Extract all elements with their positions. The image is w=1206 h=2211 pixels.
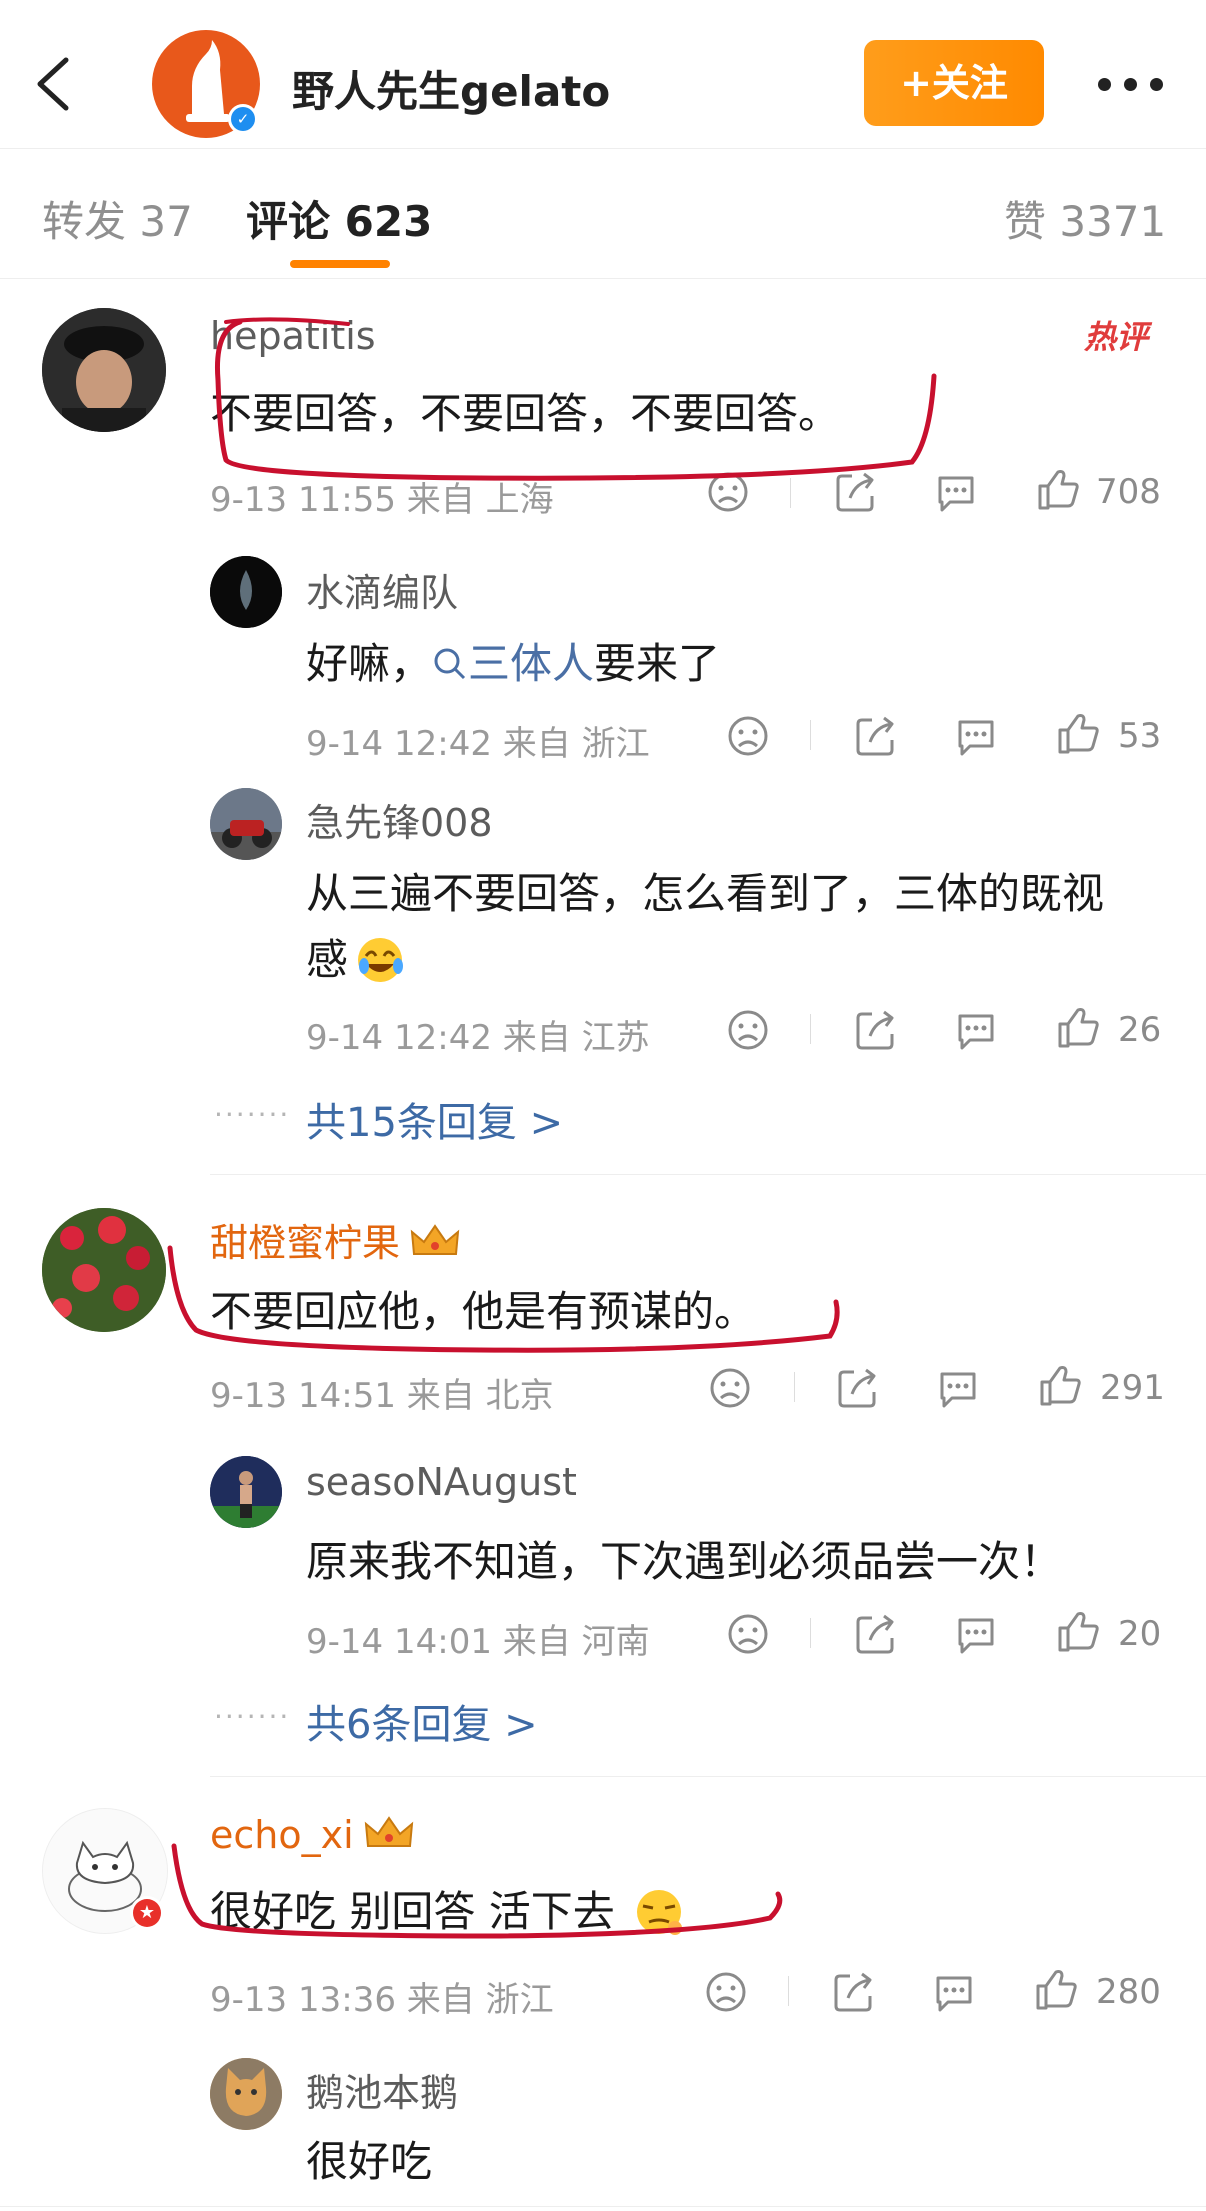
avatar[interactable] (210, 556, 282, 628)
like-count: 708 (1096, 472, 1161, 512)
emoji-laugh-cry-icon (358, 938, 404, 982)
tabs-divider (0, 278, 1206, 279)
tab-repost[interactable]: 转发 37 (42, 188, 193, 249)
like-count: 20 (1118, 1614, 1162, 1654)
reply-text: 很好吃 (306, 2137, 433, 2186)
verified-icon: ✓ (228, 104, 258, 134)
share-icon[interactable] (854, 1008, 898, 1052)
comment-divider (210, 1776, 1206, 1777)
like-icon[interactable] (1038, 1364, 1082, 1408)
comment-divider (210, 1174, 1206, 1175)
dislike-icon[interactable] (704, 1970, 748, 2014)
avatar[interactable] (42, 308, 166, 432)
dislike-icon[interactable] (708, 1366, 752, 1410)
reply-meta: 9-14 12:42 来自 浙江 (306, 724, 650, 764)
avatar-officer-image (42, 308, 166, 432)
reply-text-line: 感 (306, 926, 410, 987)
like-icon[interactable] (1036, 468, 1080, 512)
more-replies-dots: ······· (214, 1098, 291, 1131)
avatar-droplet-image (210, 556, 282, 628)
hot-comment-badge: 热评 (1084, 318, 1149, 356)
avatar[interactable] (210, 788, 282, 860)
comment-meta: 9-13 11:55 来自 上海 (210, 480, 554, 520)
comment-text: 很好吃 别回答 活下去 (210, 1878, 689, 1939)
share-icon[interactable] (854, 1612, 898, 1656)
avatar-orange-cat-image (210, 2058, 282, 2130)
like-count: 53 (1118, 716, 1162, 756)
avatar[interactable] (210, 1456, 282, 1528)
crown-icon (364, 1816, 413, 1847)
reply-username[interactable]: 急先锋008 (306, 792, 493, 847)
more-replies-link[interactable]: 共15条回复 > (306, 1090, 563, 1148)
follow-button[interactable]: +关注 (864, 40, 1044, 126)
like-count: 26 (1118, 1010, 1162, 1050)
tab-active-indicator (290, 260, 390, 268)
avatar-motorcycle-image (210, 788, 282, 860)
like-icon[interactable] (1034, 1968, 1078, 2012)
reply-username[interactable]: 鹅池本鹅 (306, 2062, 458, 2117)
more-icon[interactable] (1098, 78, 1164, 92)
user-badge-icon: ★ (130, 1896, 164, 1930)
avatar[interactable] (210, 2058, 282, 2130)
tab-comments[interactable]: 评论 623 (246, 188, 432, 249)
avatar-athlete-image (210, 1456, 282, 1528)
topic-link[interactable]: 三体人 (432, 639, 594, 688)
more-replies-dots: ······· (214, 1700, 291, 1733)
comment-meta: 9-13 14:51 来自 北京 (210, 1376, 554, 1416)
share-icon[interactable] (854, 714, 898, 758)
reply-text-line: 从三遍不要回答，怎么看到了，三体的既视 (306, 869, 1105, 918)
share-icon[interactable] (832, 1970, 876, 2014)
reply-username[interactable]: seasoNAugust (306, 1460, 577, 1504)
dislike-icon[interactable] (726, 1008, 770, 1052)
comment-username[interactable]: echo_xi (210, 1812, 416, 1857)
avatar[interactable] (42, 1208, 166, 1332)
bottom-divider (0, 2206, 1206, 2207)
dislike-icon[interactable] (706, 470, 750, 514)
tab-likes[interactable]: 赞 3371 (1004, 188, 1166, 249)
account-name[interactable]: 野人先生gelato (292, 58, 610, 119)
reply-meta: 9-14 14:01 来自 河南 (306, 1622, 650, 1662)
comment-icon[interactable] (936, 1366, 980, 1410)
like-icon[interactable] (1056, 1610, 1100, 1654)
share-icon[interactable] (834, 470, 878, 514)
reply-text: 原来我不知道，下次遇到必须品尝一次！ (306, 1537, 1063, 1586)
reply-text: 好嘛， 三体人要来了 (306, 639, 721, 688)
reply-meta: 9-14 12:42 来自 江苏 (306, 1018, 650, 1058)
comment-icon[interactable] (954, 1008, 998, 1052)
comment-username[interactable]: hepatitis (210, 314, 376, 358)
like-icon[interactable] (1056, 1006, 1100, 1050)
comment-icon[interactable] (934, 470, 978, 514)
share-icon[interactable] (836, 1366, 880, 1410)
like-count: 291 (1100, 1368, 1165, 1408)
comment-text: 不要回应他，他是有预谋的。 (210, 1287, 757, 1336)
comment-username[interactable]: 甜橙蜜柠果 (210, 1212, 462, 1267)
dislike-icon[interactable] (726, 1612, 770, 1656)
dislike-icon[interactable] (726, 714, 770, 758)
comment-icon[interactable] (954, 714, 998, 758)
crown-icon (410, 1224, 460, 1255)
comment-meta: 9-13 13:36 来自 浙江 (210, 1980, 554, 2020)
avatar-flowers-image (42, 1208, 166, 1332)
more-replies-link[interactable]: 共6条回复 > (306, 1692, 538, 1750)
search-icon (434, 648, 466, 680)
like-icon[interactable] (1056, 712, 1100, 756)
like-count: 280 (1096, 1972, 1161, 2012)
back-arrow-icon[interactable] (30, 52, 80, 116)
reply-username[interactable]: 水滴编队 (306, 562, 458, 617)
comment-icon[interactable] (954, 1612, 998, 1656)
comment-icon[interactable] (932, 1970, 976, 2014)
comment-text: 不要回答，不要回答，不要回答。 (210, 389, 841, 438)
emoji-smirk-icon (636, 1890, 682, 1935)
